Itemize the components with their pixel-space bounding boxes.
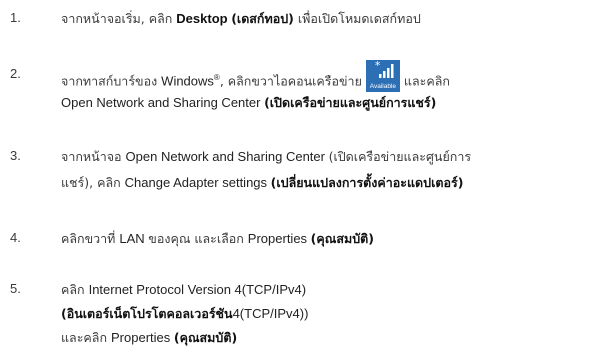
- ui-term: Properties: [247, 231, 311, 246]
- ui-term: Change Adapter settings: [124, 175, 271, 190]
- step-text: จากหน้าจอเริ่ม, คลิก: [61, 11, 177, 26]
- step-text: จากทาสก์บาร์ของ: [61, 73, 162, 89]
- ui-term: Internet Protocol Version 4(TCP/IPv4): [88, 282, 307, 297]
- step-text: จากหน้าจอ: [61, 149, 126, 164]
- step-line: แชร์), คลิก Change Adapter settings (เปล…: [61, 174, 463, 193]
- step-text: และคลิก: [403, 73, 450, 89]
- step-text: เพื่อเปิดโหมดเดสก์ทอป: [293, 11, 421, 26]
- ui-term-thai: (คุณสมบัติ): [173, 330, 238, 345]
- step-line: คลิก Internet Protocol Version 4(TCP/IPv…: [61, 281, 306, 300]
- step-text: และคลิก: [61, 330, 111, 345]
- ui-term-thai: (เดสก์ทอป): [231, 11, 294, 26]
- ui-term: Open Network and Sharing Center: [61, 95, 265, 110]
- network-available-icon: * Available: [365, 60, 400, 92]
- ui-term: 4(TCP/IPv4)): [232, 306, 309, 321]
- step-text: ของคุณ และเลือก: [148, 231, 248, 246]
- step-text: คลิก: [61, 282, 89, 297]
- step-line: จากหน้าจอ Open Network and Sharing Cente…: [61, 148, 471, 167]
- ui-term: Open Network and Sharing Center: [125, 149, 329, 164]
- available-label: Available: [369, 83, 397, 90]
- signal-bars-icon: [378, 64, 394, 78]
- step-text: แชร์), คลิก: [61, 175, 125, 190]
- ui-term: Desktop: [176, 11, 232, 26]
- step-number: 1.: [10, 10, 21, 25]
- step-line: และคลิก Properties (คุณสมบัติ): [61, 329, 237, 348]
- step-text: คลิกขวาที่: [61, 231, 120, 246]
- step-text: (เปิดเครือข่ายและศูนย์การ: [328, 149, 472, 164]
- step-number: 2.: [10, 66, 21, 81]
- instruction-steps: 1. จากหน้าจอเริ่ม, คลิก Desktop (เดสก์ทอ…: [0, 0, 600, 357]
- step-number: 5.: [10, 281, 21, 296]
- ui-term-thai: (เปลี่ยนแปลงการตั้งค่าอะแดปเตอร์): [270, 175, 464, 190]
- ui-term-thai: (เปิดเครือข่ายและศูนย์การแชร์): [264, 95, 437, 110]
- step-line: Open Network and Sharing Center (เปิดเคร…: [61, 94, 436, 113]
- ui-term-thai: (อินเตอร์เน็ตโปรโตคอลเวอร์ชัน: [61, 306, 233, 321]
- ui-term: Properties: [111, 330, 174, 345]
- ui-term: LAN: [119, 231, 149, 246]
- step-number: 4.: [10, 230, 21, 245]
- ui-term-thai: (คุณสมบัติ): [310, 231, 374, 246]
- step-line: คลิกขวาที่ LAN ของคุณ และเลือก Propertie…: [61, 230, 374, 249]
- step-number: 3.: [10, 148, 21, 163]
- step-text: , คลิกขวาไอคอนเครือข่าย: [219, 73, 362, 89]
- step-line: (อินเตอร์เน็ตโปรโตคอลเวอร์ชัน4(TCP/IPv4)…: [61, 305, 308, 324]
- windows-text: Windows: [161, 73, 214, 89]
- step-line: จากหน้าจอเริ่ม, คลิก Desktop (เดสก์ทอป) …: [61, 10, 421, 29]
